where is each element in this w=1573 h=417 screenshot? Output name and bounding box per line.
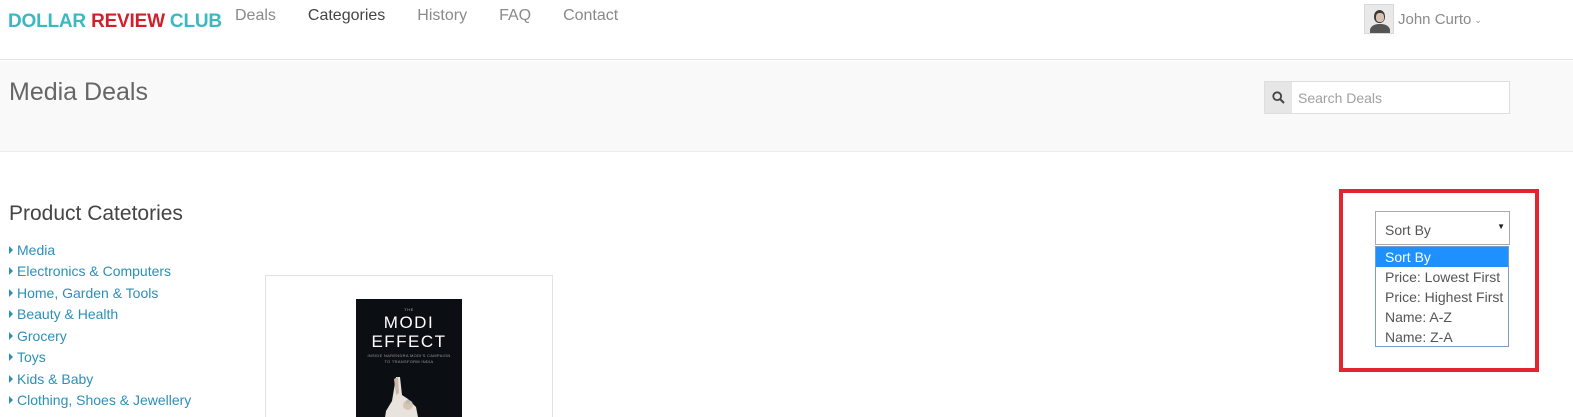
nav-categories[interactable]: Categories (308, 7, 385, 25)
brand-word-club: CLUB (169, 11, 222, 32)
cover-title: MODI EFFECT (356, 313, 462, 351)
sidebar-item-label: Electronics & Computers (17, 263, 172, 280)
brand-word-review: REVIEW (91, 11, 165, 32)
sidebar-item-label: Kids & Baby (17, 370, 94, 387)
sort-options-list: Sort By Price: Lowest First Price: Highe… (1375, 246, 1509, 347)
sidebar-item-label: Media (17, 241, 56, 258)
caret-right-icon (9, 267, 13, 276)
sidebar-item-grocery[interactable]: Grocery (9, 325, 191, 347)
caret-right-icon (9, 245, 13, 254)
sort-option-name-za[interactable]: Name: Z-A (1376, 327, 1508, 347)
nav-contact[interactable]: Contact (563, 7, 618, 25)
sidebar-item-kids-baby[interactable]: Kids & Baby (9, 368, 191, 390)
sidebar-title: Product Catetories (9, 202, 183, 225)
nav-deals[interactable]: Deals (235, 7, 276, 25)
main-nav: Deals Categories History FAQ Contact (235, 7, 650, 25)
nav-history[interactable]: History (417, 7, 467, 25)
caret-right-icon (9, 353, 13, 362)
sidebar-item-toys[interactable]: Toys (9, 347, 191, 369)
cover-top-text: THE (404, 307, 414, 312)
dropdown-arrow-icon: ▼ (1497, 222, 1505, 231)
search-input[interactable] (1292, 82, 1502, 113)
sidebar-item-beauty-health[interactable]: Beauty & Health (9, 304, 191, 326)
sidebar-item-label: Home, Garden & Tools (17, 284, 159, 301)
sidebar-item-label: Toys (17, 349, 46, 366)
sidebar-item-label: Beauty & Health (17, 306, 119, 323)
avatar (1364, 4, 1394, 34)
search-icon[interactable] (1265, 82, 1292, 113)
caret-right-icon (9, 396, 13, 405)
cover-title-line-1: MODI (383, 313, 435, 332)
sort-option-price-high[interactable]: Price: Highest First (1376, 287, 1508, 307)
product-card[interactable]: THE MODI EFFECT INSIDE NARENDRA MODI'S C… (265, 275, 553, 417)
nav-faq[interactable]: FAQ (499, 7, 531, 25)
category-list: Media Electronics & Computers Home, Gard… (9, 239, 191, 411)
cover-title-line-2: EFFECT (371, 332, 447, 351)
sidebar-item-electronics[interactable]: Electronics & Computers (9, 261, 191, 283)
sort-select[interactable]: Sort By ▼ (1375, 211, 1510, 245)
user-name: John Curto (1398, 10, 1472, 28)
chevron-down-icon: ⌄ (1474, 15, 1482, 25)
sidebar-item-label: Grocery (17, 327, 67, 344)
sort-option-name-az[interactable]: Name: A-Z (1376, 307, 1508, 327)
sidebar-item-label: Clothing, Shoes & Jewellery (17, 392, 192, 409)
sort-option-sort-by[interactable]: Sort By (1376, 247, 1508, 267)
user-menu[interactable]: John Curto ⌄ (1364, 4, 1482, 34)
caret-right-icon (9, 374, 13, 383)
sort-selected-value: Sort By (1385, 222, 1431, 238)
cover-subtitle-line-2: TO TRANSFORM INDIA (384, 359, 434, 364)
caret-right-icon (9, 288, 13, 297)
page-title: Media Deals (9, 78, 148, 106)
sort-option-price-low[interactable]: Price: Lowest First (1376, 267, 1508, 287)
sidebar-item-clothing[interactable]: Clothing, Shoes & Jewellery (9, 390, 191, 412)
product-image[interactable]: THE MODI EFFECT INSIDE NARENDRA MODI'S C… (356, 299, 462, 417)
sidebar-item-home-garden[interactable]: Home, Garden & Tools (9, 282, 191, 304)
brand-word-dollar: DOLLAR (8, 11, 86, 32)
sidebar-item-media[interactable]: Media (9, 239, 191, 261)
search-box (1264, 81, 1510, 114)
top-navbar: DOLLAR REVIEW CLUB Deals Categories Hist… (0, 0, 1573, 60)
caret-right-icon (9, 310, 13, 319)
cover-figure-illustration (385, 377, 418, 417)
cover-subtitle: INSIDE NARENDRA MODI'S CAMPAIGN TO TRANS… (356, 353, 462, 365)
brand-logo[interactable]: DOLLAR REVIEW CLUB (8, 11, 222, 33)
caret-right-icon (9, 331, 13, 340)
page-header: Media Deals (0, 61, 1573, 152)
